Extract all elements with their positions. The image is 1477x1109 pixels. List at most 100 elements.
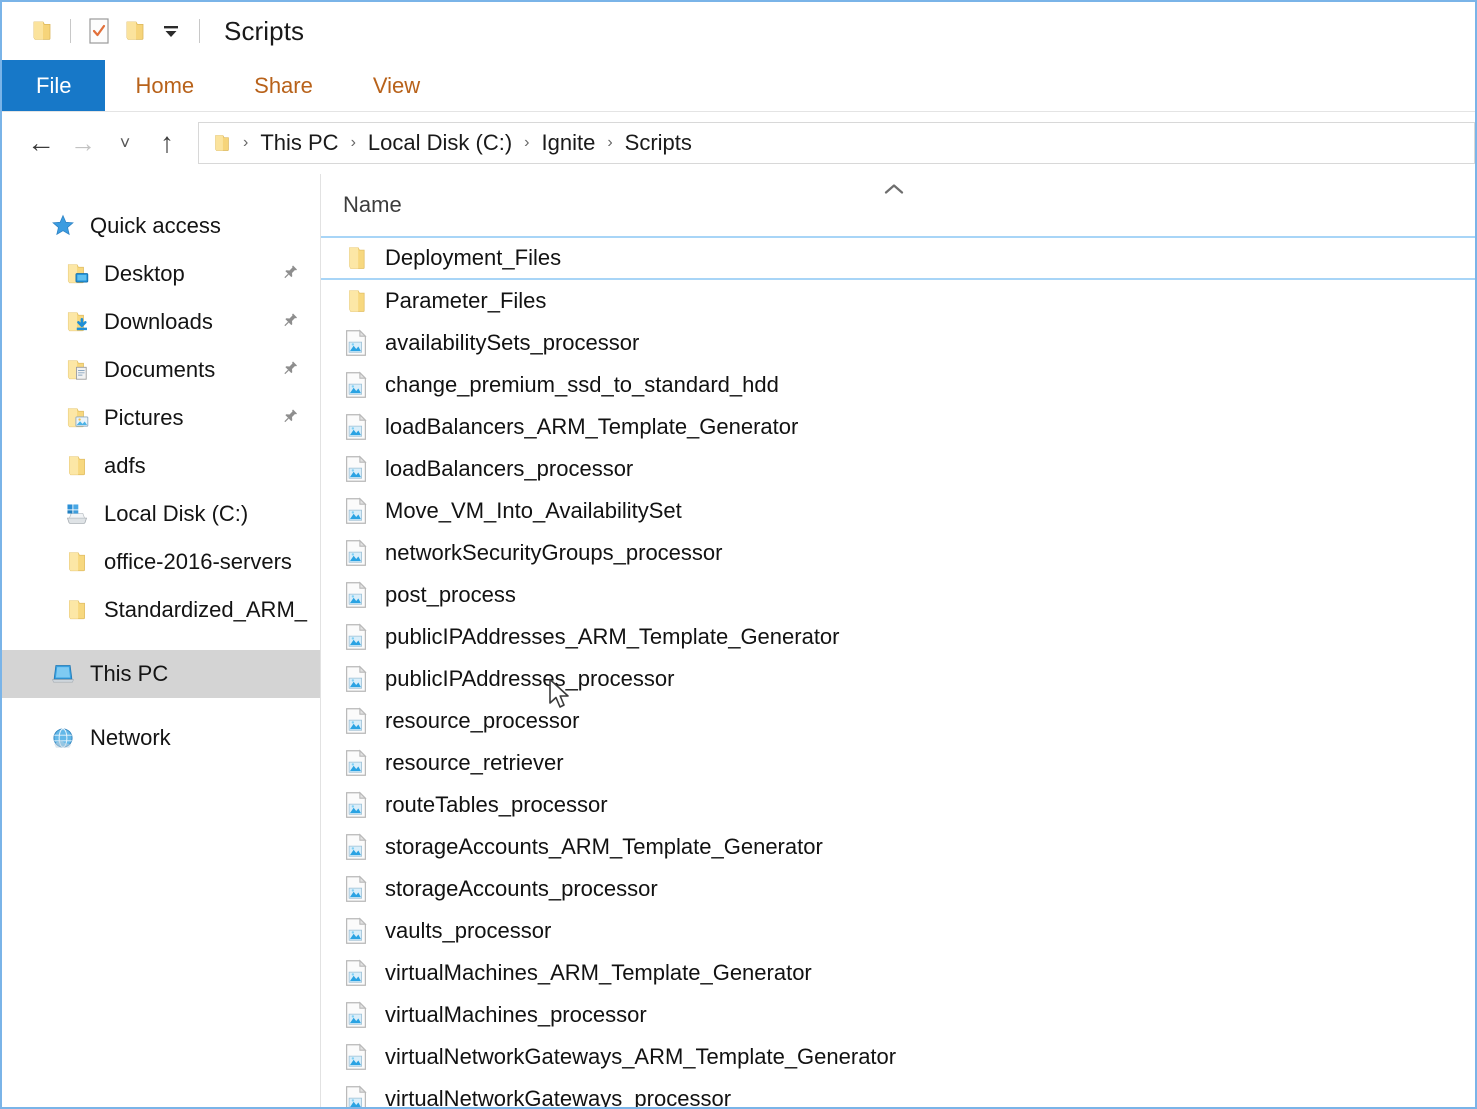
crumb-this-pc[interactable]: This PC [256,130,342,156]
new-folder-icon[interactable] [117,13,153,49]
file-list-item[interactable]: virtualMachines_processor [321,994,1475,1036]
crumb-separator-2: › [516,134,537,152]
script-file-icon [343,581,369,609]
recent-locations-button[interactable]: ˅ [104,122,146,164]
sidebar-item-standardized-arm[interactable]: Standardized_ARM_ [2,586,320,634]
script-file-icon [343,329,369,357]
file-list-item[interactable]: publicIPAddresses_ARM_Template_Generator [321,616,1475,658]
crumb-scripts[interactable]: Scripts [621,130,696,156]
file-name-label: routeTables_processor [385,792,608,818]
file-list-item[interactable]: virtualNetworkGateways_ARM_Template_Gene… [321,1036,1475,1078]
sidebar-group-spacer-2 [2,698,320,714]
sidebar-item-documents[interactable]: Documents [2,346,320,394]
sidebar-item-adfs[interactable]: adfs [2,442,320,490]
folder-icon [64,597,90,623]
folder-pictures-icon [64,405,90,431]
pin-icon[interactable] [272,354,304,386]
file-list-item[interactable]: availabilitySets_processor [321,322,1475,364]
back-button[interactable]: ← [20,122,62,164]
up-button[interactable]: ↑ [146,122,188,164]
file-list-item[interactable]: Move_VM_Into_AvailabilitySet [321,490,1475,532]
script-file-icon [343,665,369,693]
tab-file[interactable]: File [2,60,105,111]
file-list-item[interactable]: storageAccounts_processor [321,868,1475,910]
breadcrumb[interactable]: › This PC › Local Disk (C:) › Ignite › S… [198,122,1475,164]
file-list-item[interactable]: resource_retriever [321,742,1475,784]
script-file-icon [343,833,369,861]
sidebar-item-office-2016-servers[interactable]: office-2016-servers [2,538,320,586]
sidebar-item-label: Desktop [104,261,185,287]
pin-icon[interactable] [272,402,304,434]
tab-share[interactable]: Share [224,60,343,111]
file-list-item[interactable]: loadBalancers_processor [321,448,1475,490]
file-list-item[interactable]: storageAccounts_ARM_Template_Generator [321,826,1475,868]
crumb-ignite[interactable]: Ignite [537,130,599,156]
file-list-item[interactable]: virtualMachines_ARM_Template_Generator [321,952,1475,994]
tab-home[interactable]: Home [105,60,224,111]
file-explorer-window: Scripts File Home Share View ← → ˅ ↑ › T… [0,0,1477,1109]
crumb-separator-0: › [235,134,256,152]
script-file-icon [343,371,369,399]
script-file-icon [343,539,369,567]
sidebar-item-pictures[interactable]: Pictures [2,394,320,442]
file-name-label: storageAccounts_processor [385,876,658,902]
sidebar-item-desktop[interactable]: Desktop [2,250,320,298]
file-name-label: Move_VM_Into_AvailabilitySet [385,498,682,524]
column-header-name[interactable]: Name [343,192,402,218]
file-name-label: virtualNetworkGateways_ARM_Template_Gene… [385,1044,896,1070]
file-name-label: post_process [385,582,516,608]
folder-icon [343,244,369,272]
script-file-icon [343,1085,369,1107]
sidebar-item-local-disk-c[interactable]: Local Disk (C:) [2,490,320,538]
sidebar-item-downloads[interactable]: Downloads [2,298,320,346]
file-list[interactable]: Deployment_FilesParameter_Filesavailabil… [321,236,1475,1107]
script-file-icon [343,1043,369,1071]
script-file-icon [343,959,369,987]
file-name-label: loadBalancers_ARM_Template_Generator [385,414,798,440]
crumb-separator-3: › [599,134,620,152]
file-list-item[interactable]: change_premium_ssd_to_standard_hdd [321,364,1475,406]
file-list-item[interactable]: virtualNetworkGateways_processor [321,1078,1475,1107]
drive-icon [64,501,90,527]
file-list-item[interactable]: loadBalancers_ARM_Template_Generator [321,406,1475,448]
file-list-item[interactable]: Deployment_Files [321,236,1475,280]
file-list-item[interactable]: resource_processor [321,700,1475,742]
folder-downloads-icon [64,309,90,335]
forward-button[interactable]: → [62,122,104,164]
file-name-label: virtualMachines_processor [385,1002,647,1028]
file-list-item[interactable]: routeTables_processor [321,784,1475,826]
sidebar-item-label: Downloads [104,309,213,335]
pin-icon[interactable] [272,306,304,338]
file-name-label: networkSecurityGroups_processor [385,540,722,566]
sidebar-item-network[interactable]: Network [2,714,320,762]
file-list-pane: Name Deployment_FilesParameter_Filesavai… [320,174,1475,1107]
file-name-label: loadBalancers_processor [385,456,633,482]
sidebar-item-this-pc[interactable]: This PC [2,650,320,698]
sidebar-item-label: office-2016-servers [104,549,292,575]
file-name-label: resource_retriever [385,750,564,776]
sidebar-group-spacer [2,634,320,650]
file-list-item[interactable]: post_process [321,574,1475,616]
sidebar-item-quick-access[interactable]: Quick access [2,202,320,250]
script-file-icon [343,413,369,441]
properties-icon[interactable] [81,13,117,49]
window-title: Scripts [224,16,304,47]
chevron-down-icon[interactable] [153,13,189,49]
file-name-label: virtualNetworkGateways_processor [385,1086,731,1107]
sidebar-item-label: Quick access [90,213,221,239]
file-list-item[interactable]: Parameter_Files [321,280,1475,322]
pin-icon[interactable] [272,258,304,290]
file-name-label: resource_processor [385,708,579,734]
this-pc-icon [50,661,76,687]
folder-icon [64,549,90,575]
file-name-label: storageAccounts_ARM_Template_Generator [385,834,823,860]
file-list-item[interactable]: publicIPAddresses_processor [321,658,1475,700]
file-list-item[interactable]: networkSecurityGroups_processor [321,532,1475,574]
script-file-icon [343,623,369,651]
script-file-icon [343,497,369,525]
folder-icon[interactable] [24,13,60,49]
tab-view[interactable]: View [343,60,450,111]
file-list-item[interactable]: vaults_processor [321,910,1475,952]
path-folder-icon [211,132,233,154]
crumb-local-disk[interactable]: Local Disk (C:) [364,130,516,156]
